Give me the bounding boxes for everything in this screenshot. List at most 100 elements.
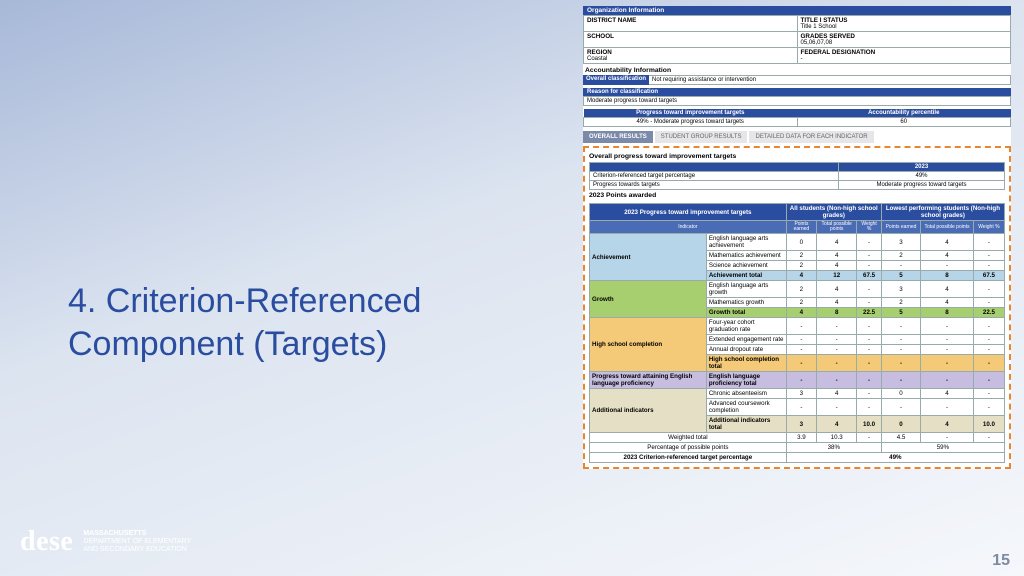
cell: 2	[786, 298, 816, 308]
cell: -	[857, 298, 882, 308]
cell: 8	[921, 308, 974, 318]
overall-progress-title: Overall progress toward improvement targ…	[589, 151, 1005, 162]
cell: Four-year cohort graduation rate	[706, 318, 786, 335]
cell: 3	[786, 389, 816, 399]
cell: Advanced coursework completion	[706, 399, 786, 416]
cell: English language proficiency total	[706, 372, 786, 389]
tab-detailed[interactable]: DETAILED DATA FOR EACH INDICATOR	[749, 131, 873, 143]
cell: -	[973, 345, 1004, 355]
cell: 12	[817, 271, 857, 281]
cell: 4	[786, 271, 816, 281]
cell: 22.5	[973, 308, 1004, 318]
hdr: Total possible points	[817, 221, 857, 234]
cell: 10.0	[857, 416, 882, 433]
cell: -	[973, 389, 1004, 399]
reason-value: Moderate progress toward targets	[583, 96, 1011, 106]
cell: 0	[881, 416, 920, 433]
org-value: Coastal	[587, 56, 794, 62]
cell: 22.5	[857, 308, 882, 318]
cell: 3	[881, 234, 920, 251]
cell: 4	[817, 281, 857, 298]
org-row: SCHOOL GRADES SERVED05,06,07,08	[584, 32, 1011, 48]
cell: -	[973, 318, 1004, 335]
logo-line3: and Secondary Education	[83, 546, 191, 554]
cell: 2	[786, 281, 816, 298]
cell: English language arts achievement	[706, 234, 786, 251]
cell: 67.5	[857, 271, 882, 281]
cell: High school completion	[590, 318, 707, 372]
hdr: All students (Non-high school grades)	[786, 204, 881, 221]
cell: 4	[921, 234, 974, 251]
cell: Chronic absenteeism	[706, 389, 786, 399]
cell: English language arts growth	[706, 281, 786, 298]
cell: 4	[817, 416, 857, 433]
cell: -	[973, 261, 1004, 271]
col-val: 49% - Moderate progress toward targets	[584, 118, 798, 127]
cell: -	[857, 345, 882, 355]
cell: -	[881, 355, 920, 372]
hdr: Lowest performing students (Non-high sch…	[881, 204, 1004, 221]
cell: 8	[817, 308, 857, 318]
cell: -	[817, 372, 857, 389]
org-label: SCHOOL	[587, 33, 794, 40]
cell: -	[857, 355, 882, 372]
cell: -	[921, 372, 974, 389]
cell: -	[857, 433, 882, 443]
slide: 4. Criterion-Referenced Component (Targe…	[0, 0, 1024, 576]
cell: 4	[921, 389, 974, 399]
cell: -	[921, 399, 974, 416]
org-label: REGION	[587, 49, 794, 56]
cell: 3	[786, 416, 816, 433]
cell: Mathematics growth	[706, 298, 786, 308]
cell: -	[817, 345, 857, 355]
overall-class-row: Overall classification Not requiring ass…	[583, 75, 1011, 85]
col-val: 60	[797, 118, 1011, 127]
cell: -	[973, 281, 1004, 298]
cell: 2	[881, 298, 920, 308]
reason-label: Reason for classification	[583, 88, 1011, 96]
cell: 38%	[786, 443, 881, 453]
cell: -	[786, 399, 816, 416]
org-row: REGIONCoastal FEDERAL DESIGNATION-	[584, 48, 1011, 64]
cell: -	[786, 355, 816, 372]
tab-student-group[interactable]: STUDENT GROUP RESULTS	[655, 131, 748, 143]
cell: Mathematics achievement	[706, 251, 786, 261]
cell: Percentage of possible points	[590, 443, 787, 453]
cell: -	[817, 399, 857, 416]
cell: -	[973, 433, 1004, 443]
cell: Additional indicators total	[706, 416, 786, 433]
cell: 3	[881, 281, 920, 298]
cell: -	[857, 318, 882, 335]
cell: 4	[817, 234, 857, 251]
cell: -	[857, 372, 882, 389]
org-value: Title 1 School	[801, 24, 1008, 30]
overall-progress-table: 2023 Criterion-referenced target percent…	[589, 162, 1005, 190]
cell: 10.0	[973, 416, 1004, 433]
cell: 49%	[786, 453, 1004, 463]
acct-title: Accountability Information	[583, 64, 1011, 75]
cell: Science achievement	[706, 261, 786, 271]
cell: 8	[921, 271, 974, 281]
cell: -	[786, 318, 816, 335]
hdr: Indicator	[590, 221, 787, 234]
cell: -	[921, 318, 974, 335]
cell: 4	[921, 298, 974, 308]
cell: -	[817, 335, 857, 345]
row-val: 49%	[839, 172, 1005, 181]
cell: Additional indicators	[590, 389, 707, 433]
cell: Progress toward attaining English langua…	[590, 372, 707, 389]
cell: -	[973, 251, 1004, 261]
cell: -	[921, 335, 974, 345]
logo-line1: MASSACHUSETTS	[83, 530, 191, 538]
cell: -	[973, 355, 1004, 372]
org-value: -	[801, 56, 1008, 62]
dese-logo: dese MASSACHUSETTS Department of Element…	[20, 526, 191, 558]
cell: -	[881, 318, 920, 335]
tab-overall[interactable]: OVERALL RESULTS	[583, 131, 653, 143]
row-label: Criterion-referenced target percentage	[590, 172, 839, 181]
org-row: DISTRICT NAME TITLE I STATUSTitle 1 Scho…	[584, 16, 1011, 32]
cell: 2	[881, 251, 920, 261]
progress-percentile-table: Progress toward improvement targetsAccou…	[583, 109, 1011, 127]
org-label: DISTRICT NAME	[587, 17, 794, 24]
slide-title: 4. Criterion-Referenced Component (Targe…	[68, 280, 548, 365]
